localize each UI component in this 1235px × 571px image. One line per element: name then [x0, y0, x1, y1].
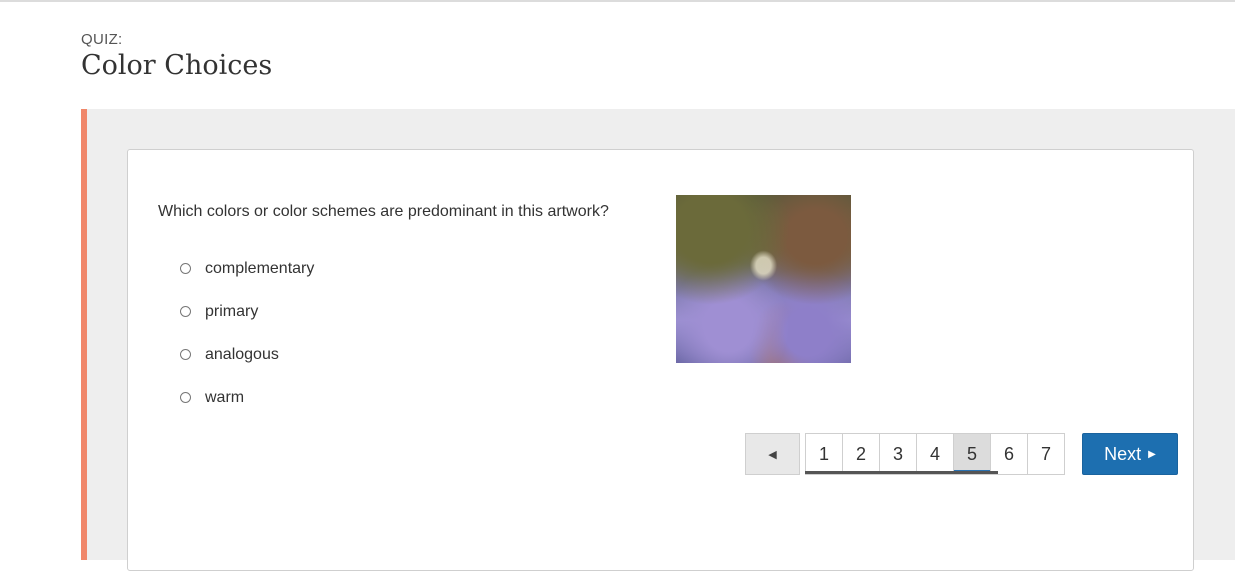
next-button-label: Next	[1104, 443, 1142, 464]
question-text: Which colors or color schemes are predom…	[158, 203, 609, 220]
accent-bar	[81, 109, 87, 560]
quiz-label: QUIZ:	[81, 31, 123, 48]
answer-option-warm[interactable]: warm	[180, 376, 314, 419]
question-card: Which colors or color schemes are predom…	[127, 149, 1194, 571]
option-label: analogous	[205, 345, 279, 363]
option-label: complementary	[205, 259, 315, 277]
page-list: 1 2 3 4 5 6 7	[805, 433, 1065, 475]
radio-button[interactable]	[180, 349, 191, 360]
artwork-image	[676, 195, 851, 363]
radio-button[interactable]	[180, 392, 191, 403]
page-button-5-current[interactable]: 5	[953, 433, 991, 475]
page-button-3[interactable]: 3	[879, 433, 917, 475]
page-button-6[interactable]: 6	[990, 433, 1028, 475]
page-title: Color Choices	[81, 50, 273, 81]
answer-option-complementary[interactable]: complementary	[180, 247, 314, 290]
answer-option-primary[interactable]: primary	[180, 290, 314, 333]
option-label: warm	[205, 388, 245, 406]
radio-button[interactable]	[180, 263, 191, 274]
option-label: primary	[205, 302, 259, 320]
radio-button[interactable]	[180, 306, 191, 317]
page-button-7[interactable]: 7	[1027, 433, 1065, 475]
top-divider	[0, 0, 1235, 2]
previous-button[interactable]: ◀	[745, 433, 800, 475]
quiz-panel: Which colors or color schemes are predom…	[81, 109, 1235, 571]
page-button-4[interactable]: 4	[916, 433, 954, 475]
next-button[interactable]: Next ▶	[1082, 433, 1178, 475]
caret-left-icon: ◀	[768, 448, 777, 461]
caret-right-icon: ▶	[1148, 448, 1156, 460]
page-button-2[interactable]: 2	[842, 433, 880, 475]
answer-options: complementary primary analogous warm	[180, 247, 314, 419]
progress-indicator	[805, 471, 998, 474]
page-button-1[interactable]: 1	[805, 433, 843, 475]
answer-option-analogous[interactable]: analogous	[180, 333, 314, 376]
